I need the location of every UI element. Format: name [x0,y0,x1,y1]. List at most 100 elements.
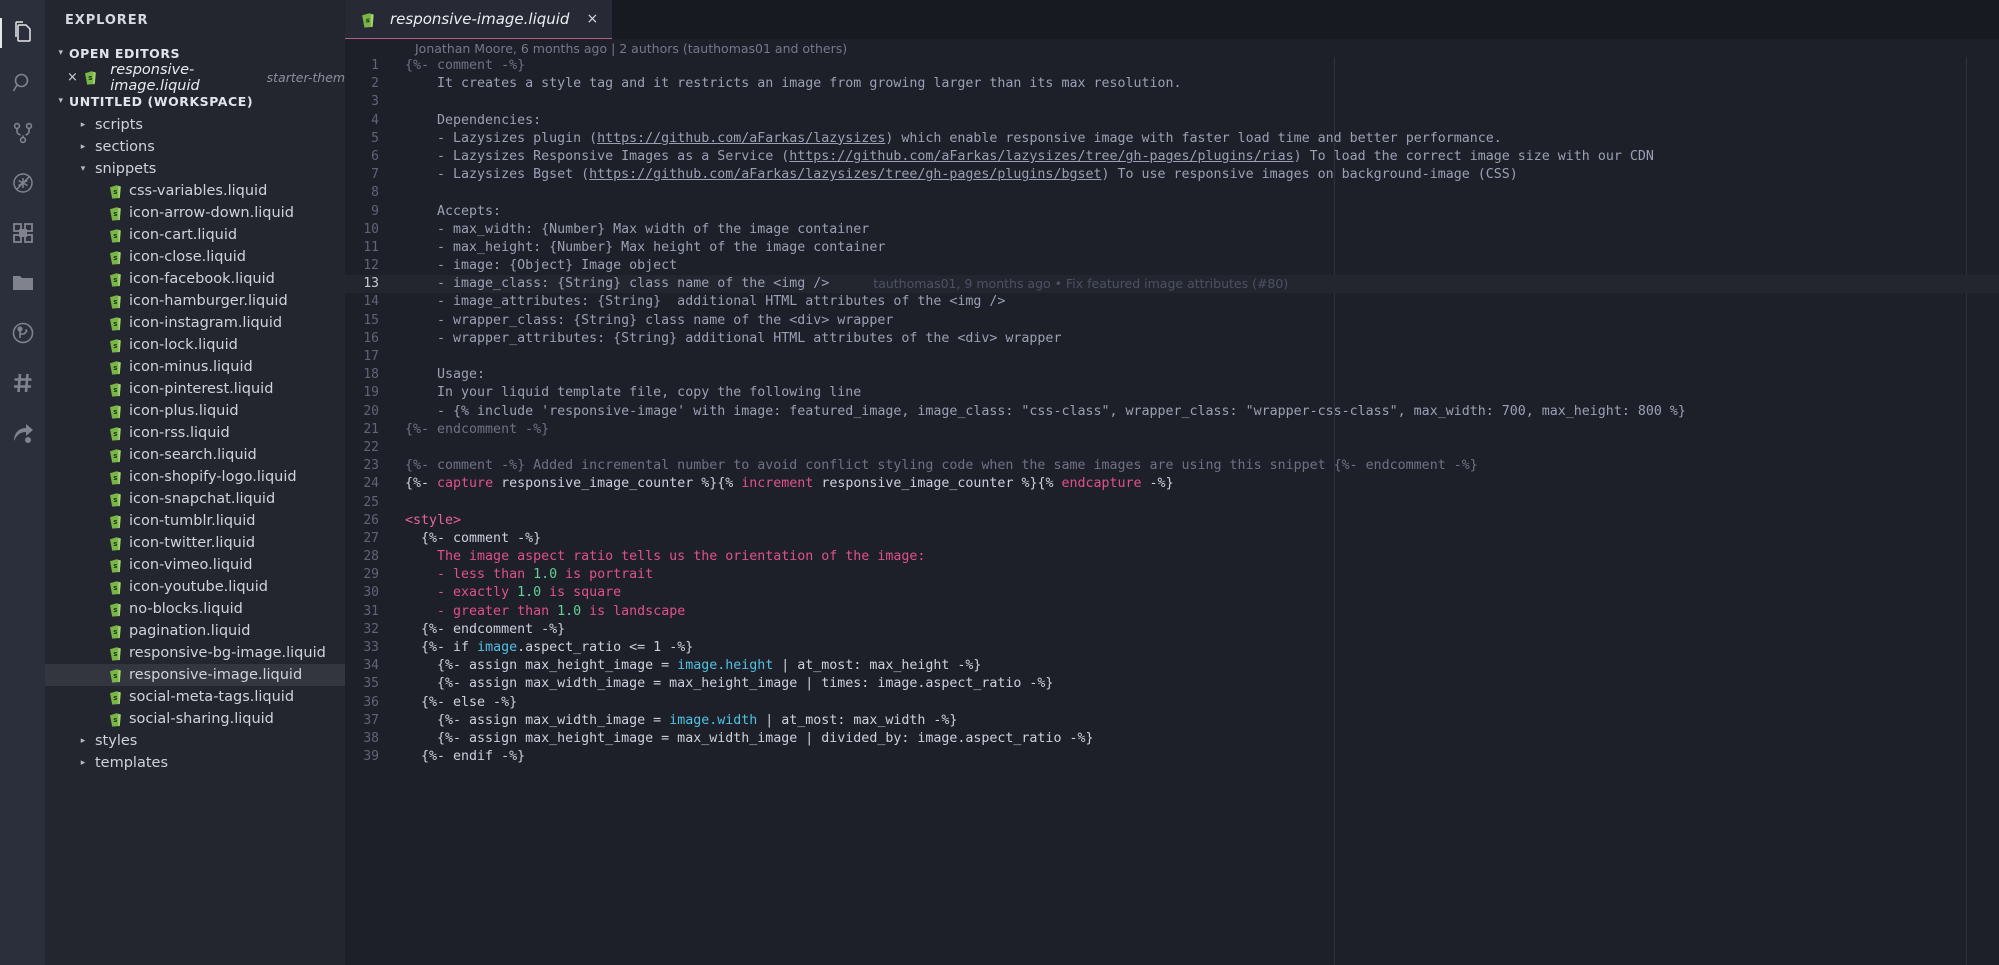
code-line-1[interactable]: 1 {%- comment -%} [345,57,1999,75]
code-line-8[interactable]: 8 [345,184,1999,202]
activity-bar-item-extensions[interactable] [0,208,45,258]
activity-bar-item-gitlens[interactable] [0,308,45,358]
code-line-33[interactable]: 33 {%- if image.aspect_ratio <= 1 -%} [345,639,1999,657]
code-line-21[interactable]: 21 {%- endcomment -%} [345,421,1999,439]
tree-item-icon-arrow-down-liquid[interactable]: s icon-arrow-down.liquid [45,202,345,224]
code-line-17[interactable]: 17 [345,348,1999,366]
activity-bar [0,0,45,965]
code-line-18[interactable]: 18 Usage: [345,366,1999,384]
tree-item-styles[interactable]: styles [45,730,345,752]
code-line-4[interactable]: 4 Dependencies: [345,112,1999,130]
code-line-35[interactable]: 35 {%- assign max_width_image = max_heig… [345,675,1999,693]
code-line-12[interactable]: 12 - image: {Object} Image object [345,257,1999,275]
tree-item-icon-hamburger-liquid[interactable]: s icon-hamburger.liquid [45,290,345,312]
liquid-icon: s [109,602,122,617]
liquid-icon: s [109,206,122,221]
section-workspace[interactable]: UNTITLED (WORKSPACE) [45,89,345,114]
code-line-13[interactable]: 13 - image_class: {String} class name of… [345,275,1999,294]
tree-item-label: styles [95,733,138,749]
tree-item-social-sharing-liquid[interactable]: s social-sharing.liquid [45,708,345,730]
tree-item-icon-cart-liquid[interactable]: s icon-cart.liquid [45,224,345,246]
code-token: image [677,658,718,674]
line-number: 27 [363,530,379,546]
code-line-3[interactable]: 3 [345,93,1999,111]
tree-item-responsive-bg-image-liquid[interactable]: s responsive-bg-image.liquid [45,642,345,664]
line-number: 18 [363,367,379,383]
code-token: ) To use responsive images on background… [1101,167,1518,183]
activity-bar-item-search[interactable] [0,58,45,108]
activity-bar-item-share[interactable] [0,408,45,458]
line-number: 25 [363,494,379,510]
tree-item-scripts[interactable]: scripts [45,114,345,136]
tree-item-icon-twitter-liquid[interactable]: s icon-twitter.liquid [45,532,345,554]
line-number: 20 [363,403,379,419]
code-line-38[interactable]: 38 {%- assign max_height_image = max_wid… [345,730,1999,748]
tree-item-responsive-image-liquid[interactable]: s responsive-image.liquid [45,664,345,686]
line-number: 33 [363,640,379,655]
tree-item-css-variables-liquid[interactable]: s css-variables.liquid [45,180,345,202]
tree-item-snippets[interactable]: snippets [45,158,345,180]
code-line-20[interactable]: 20 - {% include 'responsive-image' with … [345,403,1999,421]
tree-item-label: icon-vimeo.liquid [129,557,253,573]
code-line-32[interactable]: 32 {%- endcomment -%} [345,621,1999,639]
editor-tab-responsive-image[interactable]: s responsive-image.liquid × [345,0,613,39]
code-line-6[interactable]: 6 - Lazysizes Responsive Images as a Ser… [345,148,1999,166]
code-line-5[interactable]: 5 - Lazysizes plugin (https://github.com… [345,130,1999,148]
code-editor[interactable]: 1 {%- comment -%} 2 It creates a style tag… [345,57,1999,766]
code-line-19[interactable]: 19 In your liquid template file, copy th… [345,384,1999,402]
tree-item-sections[interactable]: sections [45,136,345,158]
code-line-27[interactable]: 27 {%- comment -%} [345,530,1999,548]
activity-bar-item-run-and-debug[interactable] [0,158,45,208]
activity-bar-item-project-manager[interactable] [0,258,45,308]
tree-item-icon-rss-liquid[interactable]: s icon-rss.liquid [45,422,345,444]
code-line-23[interactable]: 23 {%- comment -%} Added incremental numb… [345,457,1999,475]
close-icon[interactable]: × [586,11,598,27]
tree-item-label: icon-twitter.liquid [129,535,256,551]
code-line-10[interactable]: 10 - max_width: {Number} Max width of th… [345,221,1999,239]
tree-item-social-meta-tags-liquid[interactable]: s social-meta-tags.liquid [45,686,345,708]
code-line-text: In your liquid template file, copy the f… [405,384,861,402]
tree-item-pagination-liquid[interactable]: s pagination.liquid [45,620,345,642]
tree-item-icon-shopify-logo-liquid[interactable]: s icon-shopify-logo.liquid [45,466,345,488]
code-line-28[interactable]: 28 The image aspect ratio tells us the o… [345,548,1999,566]
code-line-36[interactable]: 36 {%- else -%} [345,694,1999,712]
code-line-37[interactable]: 37 {%- assign max_width_image = image.wi… [345,712,1999,730]
code-line-text: <style> [405,512,461,530]
activity-bar-item-explorer[interactable] [0,8,45,58]
tree-item-icon-snapchat-liquid[interactable]: s icon-snapchat.liquid [45,488,345,510]
code-line-31[interactable]: 31 - greater than 1.0 is landscape [345,603,1999,621]
tree-item-icon-search-liquid[interactable]: s icon-search.liquid [45,444,345,466]
tree-item-templates[interactable]: templates [45,752,345,774]
tree-item-icon-instagram-liquid[interactable]: s icon-instagram.liquid [45,312,345,334]
tree-item-icon-youtube-liquid[interactable]: s icon-youtube.liquid [45,576,345,598]
code-line-34[interactable]: 34 {%- assign max_height_image = image.h… [345,657,1999,675]
tree-item-icon-tumblr-liquid[interactable]: s icon-tumblr.liquid [45,510,345,532]
code-scroll-container[interactable]: 1 {%- comment -%} 2 It creates a style tag… [345,57,1999,965]
code-line-22[interactable]: 22 [345,439,1999,457]
tree-item-no-blocks-liquid[interactable]: s no-blocks.liquid [45,598,345,620]
code-line-26[interactable]: 26 <style> [345,512,1999,530]
code-line-7[interactable]: 7 - Lazysizes Bgset (https://github.com/… [345,166,1999,184]
code-line-25[interactable]: 25 [345,494,1999,512]
tree-item-icon-facebook-liquid[interactable]: s icon-facebook.liquid [45,268,345,290]
tree-item-icon-pinterest-liquid[interactable]: s icon-pinterest.liquid [45,378,345,400]
activity-bar-item-settings-sync[interactable] [0,358,45,408]
tree-item-icon-minus-liquid[interactable]: s icon-minus.liquid [45,356,345,378]
code-line-11[interactable]: 11 - max_height: {Number} Max height of … [345,239,1999,257]
tree-item-icon-plus-liquid[interactable]: s icon-plus.liquid [45,400,345,422]
close-icon[interactable]: × [67,70,78,85]
code-line-14[interactable]: 14 - image_attributes: {String} addition… [345,293,1999,311]
code-line-15[interactable]: 15 - wrapper_class: {String} class name … [345,312,1999,330]
code-line-24[interactable]: 24 {%- capture responsive_image_counter %… [345,475,1999,493]
tree-item-icon-close-liquid[interactable]: s icon-close.liquid [45,246,345,268]
code-line-29[interactable]: 29 - less than 1.0 is portrait [345,566,1999,584]
code-line-39[interactable]: 39 {%- endif -%} [345,748,1999,766]
code-line-9[interactable]: 9 Accepts: [345,203,1999,221]
code-line-2[interactable]: 2 It creates a style tag and it restrict… [345,75,1999,93]
code-line-30[interactable]: 30 - exactly 1.0 is square [345,584,1999,602]
open-editor-item[interactable]: × s responsive-image.liquid starter-them… [45,62,345,94]
tree-item-icon-vimeo-liquid[interactable]: s icon-vimeo.liquid [45,554,345,576]
activity-bar-item-source-control[interactable] [0,108,45,158]
tree-item-icon-lock-liquid[interactable]: s icon-lock.liquid [45,334,345,356]
code-line-16[interactable]: 16 - wrapper_attributes: {String} additi… [345,330,1999,348]
